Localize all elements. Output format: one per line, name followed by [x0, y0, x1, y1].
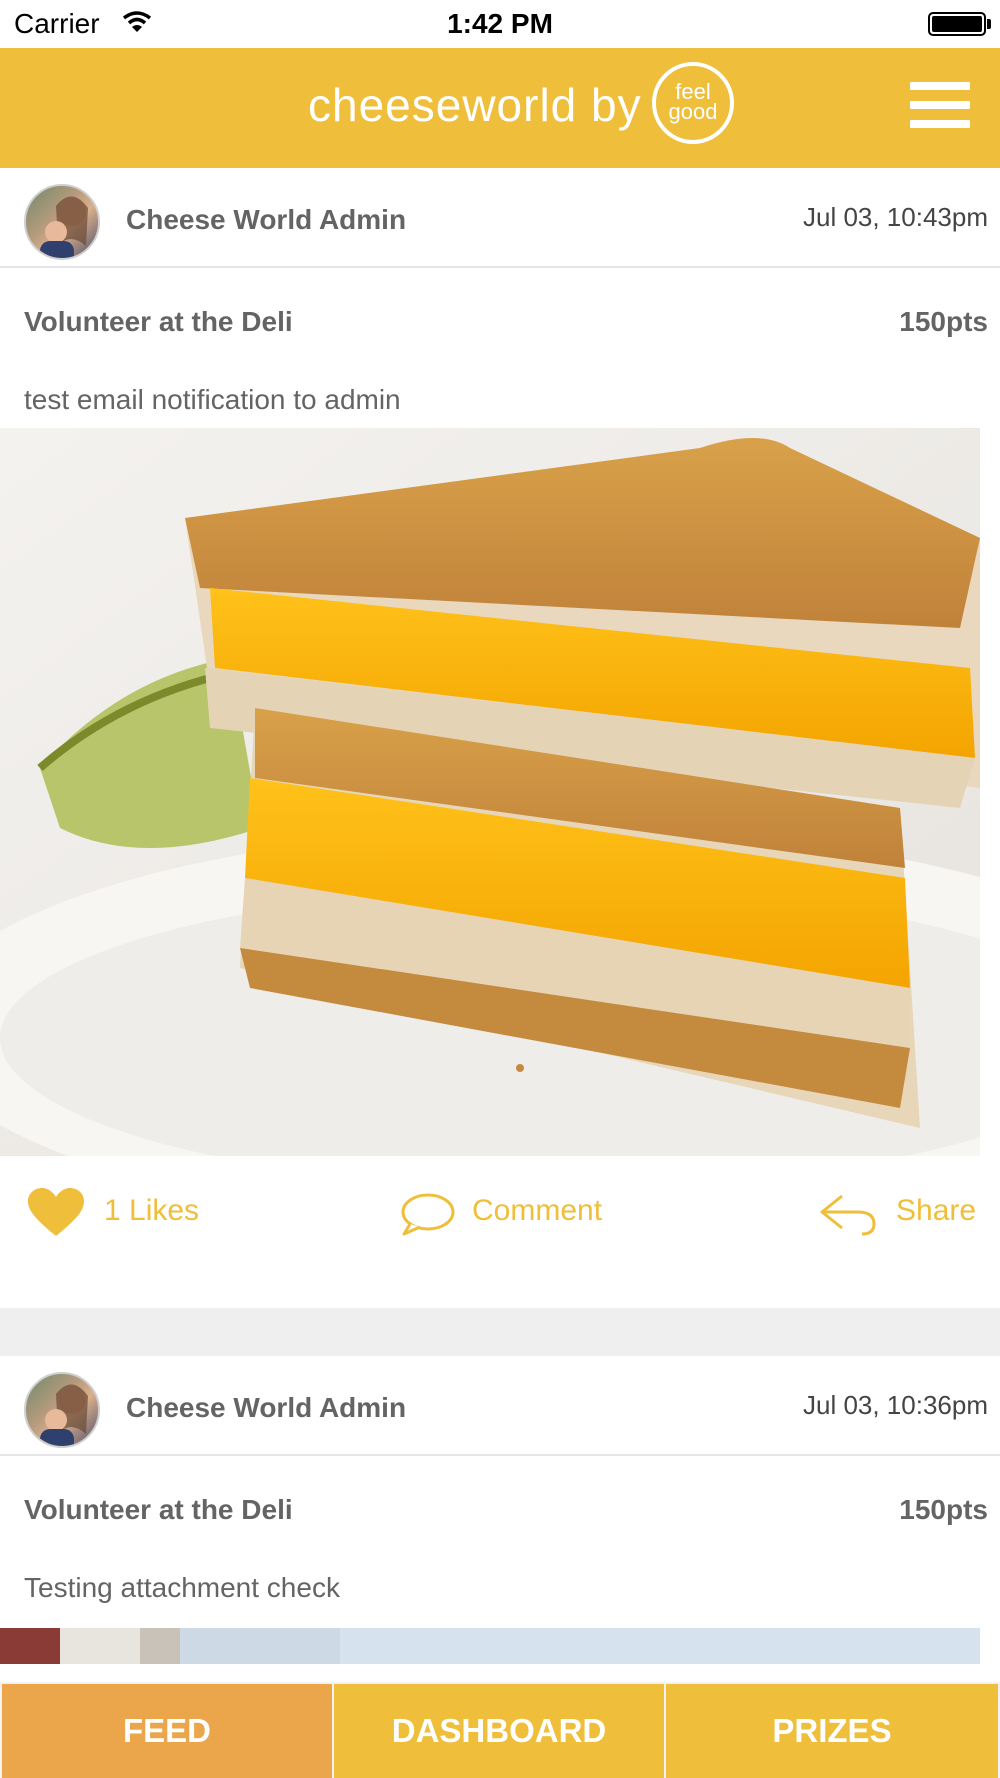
- battery-icon: [928, 12, 986, 36]
- status-bar: Carrier 1:42 PM: [0, 0, 1000, 48]
- comment-button[interactable]: Comment: [400, 1193, 640, 1244]
- post-actions: 1 Likes Comment Share: [0, 1156, 1000, 1276]
- author-name[interactable]: Cheese World Admin: [126, 204, 406, 236]
- post-title: Volunteer at the Deli: [24, 306, 293, 337]
- feel-good-logo: feel good: [652, 62, 734, 144]
- battery-tip: [987, 19, 991, 29]
- share-button[interactable]: Share: [820, 1194, 980, 1244]
- tab-prizes[interactable]: PRIZES: [666, 1684, 998, 1778]
- grilled-cheese-photo[interactable]: [0, 428, 980, 1156]
- like-button[interactable]: 1 Likes: [28, 1188, 228, 1244]
- author-name[interactable]: Cheese World Admin: [126, 1392, 406, 1424]
- feed-post: Cheese World Admin Jul 03, 10:36pm Volun…: [0, 1356, 1000, 1682]
- building-photo[interactable]: [0, 1628, 980, 1664]
- comment-label: Comment: [472, 1194, 603, 1227]
- likes-count: 1 Likes: [104, 1194, 200, 1227]
- post-title: Volunteer at the Deli: [24, 1494, 293, 1525]
- share-label: Share: [896, 1194, 977, 1227]
- tab-feed[interactable]: FEED: [2, 1684, 332, 1778]
- avatar[interactable]: [24, 1372, 100, 1448]
- post-title-row: Volunteer at the Deli 150pts: [0, 1456, 1000, 1560]
- badge-line2: good: [668, 99, 718, 124]
- post-title-row: Volunteer at the Deli 150pts: [0, 268, 1000, 372]
- tab-dashboard[interactable]: DASHBOARD: [334, 1684, 664, 1778]
- post-header: Cheese World Admin Jul 03, 10:43pm: [0, 168, 1000, 268]
- post-text: Testing attachment check: [24, 1572, 340, 1603]
- post-timestamp: Jul 03, 10:43pm: [802, 202, 988, 232]
- hamburger-menu-icon[interactable]: [910, 82, 970, 128]
- avatar[interactable]: [24, 184, 100, 260]
- bottom-tab-bar: FEED DASHBOARD PRIZES: [0, 1682, 1000, 1778]
- feed-post: Cheese World Admin Jul 03, 10:43pm Volun…: [0, 168, 1000, 1308]
- clock: 1:42 PM: [447, 8, 553, 39]
- points-badge: 150pts: [899, 306, 988, 337]
- post-timestamp: Jul 03, 10:36pm: [802, 1390, 988, 1420]
- post-header: Cheese World Admin Jul 03, 10:36pm: [0, 1356, 1000, 1456]
- points-badge: 150pts: [899, 1494, 988, 1525]
- post-text: test email notification to admin: [24, 384, 401, 415]
- app-header: cheeseworld by feel good: [0, 48, 1000, 168]
- brand-logo-text: cheeseworld by: [308, 79, 642, 131]
